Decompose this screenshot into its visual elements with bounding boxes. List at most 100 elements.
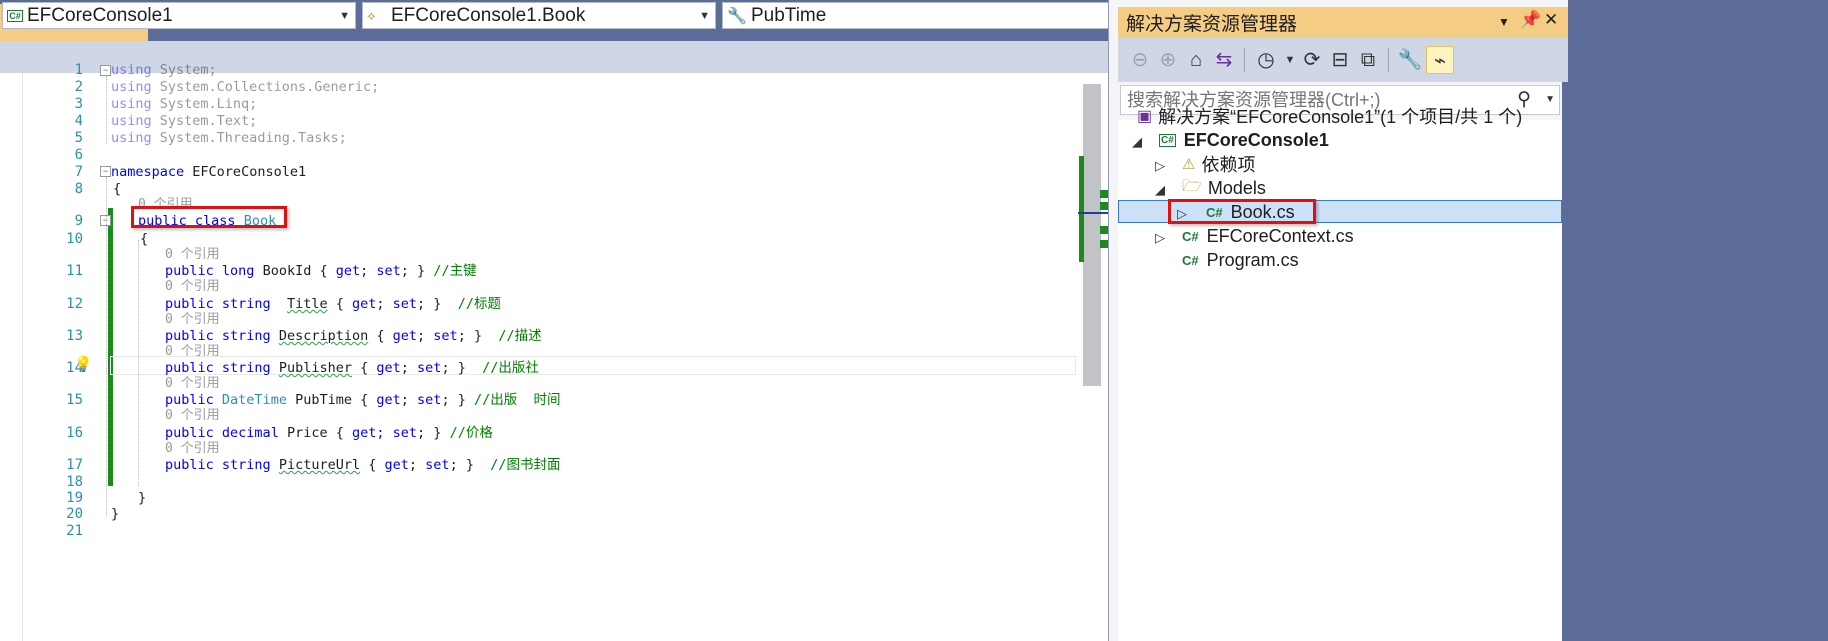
window-position-dropdown-icon[interactable]: ▼ — [1498, 15, 1510, 29]
namespace-name: System; — [159, 62, 217, 78]
keyword: using — [111, 130, 152, 146]
csharp-project-icon: C# — [7, 9, 23, 22]
namespace-name: System.Collections.Generic; — [159, 79, 380, 95]
collapse-all-icon[interactable]: ⊟ — [1326, 46, 1354, 74]
type-dropdown-value: EFCoreConsole1.Book — [391, 4, 586, 26]
pin-icon[interactable]: 📌 — [1520, 10, 1541, 30]
keyword: set — [433, 328, 458, 344]
keyword: using — [111, 113, 152, 129]
chevron-down-icon: ▼ — [699, 10, 710, 22]
tree-node-dependencies[interactable]: ⚠ 依赖项 — [1182, 151, 1255, 177]
back-icon[interactable]: ⊖ — [1126, 46, 1154, 74]
tree-node-program-cs[interactable]: C# Program.cs — [1182, 247, 1299, 273]
tree-node-models-folder[interactable]: 🗁 Models — [1182, 175, 1266, 201]
codelens-references[interactable]: 0 个引用 — [165, 406, 220, 425]
keyword: string — [221, 296, 271, 312]
codelens-references[interactable]: 0 个引用 — [165, 277, 220, 296]
keyword: string — [221, 360, 271, 376]
outline-guide — [106, 177, 107, 517]
code-line-20[interactable]: } — [111, 505, 119, 524]
line-number: 13 — [66, 328, 83, 344]
toolbar-separator — [1388, 48, 1389, 72]
tree-node-solution[interactable]: ▣ 解决方案“EFCoreConsole1”(1 个项目/共 1 个) — [1137, 103, 1522, 129]
tree-node-efcorecontext-cs[interactable]: C# EFCoreContext.cs — [1182, 223, 1354, 249]
comment: //价格 — [449, 425, 493, 441]
solution-explorer-title: 解决方案资源管理器 — [1126, 14, 1298, 35]
expanded-arrow-icon[interactable]: ◢ — [1132, 134, 1142, 150]
code-line-15[interactable]: public DateTime PubTime { get; set; } //… — [165, 391, 560, 410]
project-dropdown-value: EFCoreConsole1 — [27, 4, 173, 26]
window-background — [1568, 0, 1828, 641]
home-icon[interactable]: ⌂ — [1182, 46, 1210, 74]
models-folder-label: Models — [1207, 177, 1266, 198]
collapse-toggle[interactable]: − — [100, 166, 111, 177]
keyword: set — [392, 425, 418, 441]
keyword: get — [376, 392, 401, 408]
property-name: Price — [286, 425, 328, 441]
property-name: BookId — [262, 263, 312, 279]
csharp-file-icon: C# — [1182, 228, 1199, 244]
expanded-arrow-icon[interactable]: ◢ — [1155, 182, 1165, 198]
search-options-dropdown-icon[interactable]: ▼ — [1545, 94, 1555, 105]
collapsed-arrow-icon[interactable]: ▷ — [1155, 158, 1165, 174]
code-line-14[interactable]: public string Publisher { get; set; } //… — [165, 359, 539, 378]
lightbulb-icon[interactable]: 💡 — [74, 355, 93, 373]
keyword: set — [425, 457, 450, 473]
comment: //标题 — [457, 296, 501, 312]
keyword: get — [335, 263, 361, 279]
line-number: 15 — [66, 392, 83, 408]
type-dropdown[interactable]: ⟡ EFCoreConsole1.Book ▼ — [362, 2, 716, 29]
namespace-name: EFCoreConsole1 — [192, 164, 307, 180]
keyword: get — [352, 425, 377, 441]
solution-icon: ▣ — [1137, 108, 1153, 125]
project-dropdown[interactable]: C# EFCoreConsole1 ▼ — [2, 2, 356, 29]
line-number: 11 — [66, 263, 83, 279]
code-line-19[interactable]: } — [138, 489, 146, 508]
close-icon[interactable]: ✕ — [1544, 10, 1558, 30]
comment: //图书封面 — [490, 457, 561, 473]
code-line-8[interactable]: { — [113, 180, 121, 199]
keyword: set — [392, 296, 418, 312]
line-number: 16 — [66, 425, 83, 441]
outline-guide — [106, 76, 107, 144]
keyword: set — [376, 263, 401, 279]
collapse-toggle[interactable]: − — [100, 65, 111, 76]
code-line-5[interactable]: using System.Threading.Tasks; — [111, 129, 347, 148]
class-icon: ⟡ — [367, 7, 376, 23]
sync-icon[interactable]: ⟳ — [1298, 46, 1326, 74]
code-line-17[interactable]: public string PictureUrl { get; set; } /… — [165, 456, 560, 475]
keyword: get — [384, 457, 409, 473]
keyword: long — [221, 263, 255, 279]
keyword: namespace — [111, 164, 185, 180]
keyword: string — [221, 457, 271, 473]
keyword: get — [392, 328, 418, 344]
chevron-down-icon: ▼ — [339, 10, 350, 22]
comment: //出版 时间 — [473, 392, 561, 408]
keyword: using — [111, 79, 152, 95]
toolbar-separator — [1244, 48, 1245, 72]
show-all-files-icon[interactable]: ⧉ — [1354, 46, 1382, 74]
preview-selected-items-icon[interactable]: ⌁ — [1426, 46, 1454, 74]
keyword: using — [111, 62, 152, 78]
collapsed-arrow-icon[interactable]: ▷ — [1155, 230, 1165, 246]
solution-label: 解决方案“EFCoreConsole1”(1 个项目/共 1 个) — [1158, 107, 1523, 127]
line-number: 10 — [66, 231, 83, 247]
properties-wrench-icon[interactable]: 🔧 — [1396, 46, 1424, 74]
scrollbar-change-marker — [1079, 156, 1084, 262]
property-name: Title — [286, 296, 328, 312]
code-line-13[interactable]: public string Description { get; set; } … — [165, 327, 542, 346]
keyword: get — [352, 296, 377, 312]
highlight-box-class-declaration — [131, 206, 287, 228]
switch-views-icon[interactable]: ⇆ — [1210, 46, 1238, 74]
keyword: public — [165, 457, 214, 473]
forward-icon[interactable]: ⊕ — [1154, 46, 1182, 74]
comment: //描述 — [498, 328, 542, 344]
code-line-10[interactable]: { — [140, 230, 148, 249]
code-line-7[interactable]: namespace EFCoreConsole1 — [111, 163, 306, 182]
scrollbar-change-marker — [1100, 202, 1108, 210]
keyword: set — [417, 360, 442, 376]
tree-node-project[interactable]: C# EFCoreConsole1 — [1159, 127, 1329, 153]
scroll-thumb[interactable] — [1083, 84, 1101, 386]
type-name: DateTime — [221, 392, 287, 408]
keyword: using — [111, 96, 152, 112]
